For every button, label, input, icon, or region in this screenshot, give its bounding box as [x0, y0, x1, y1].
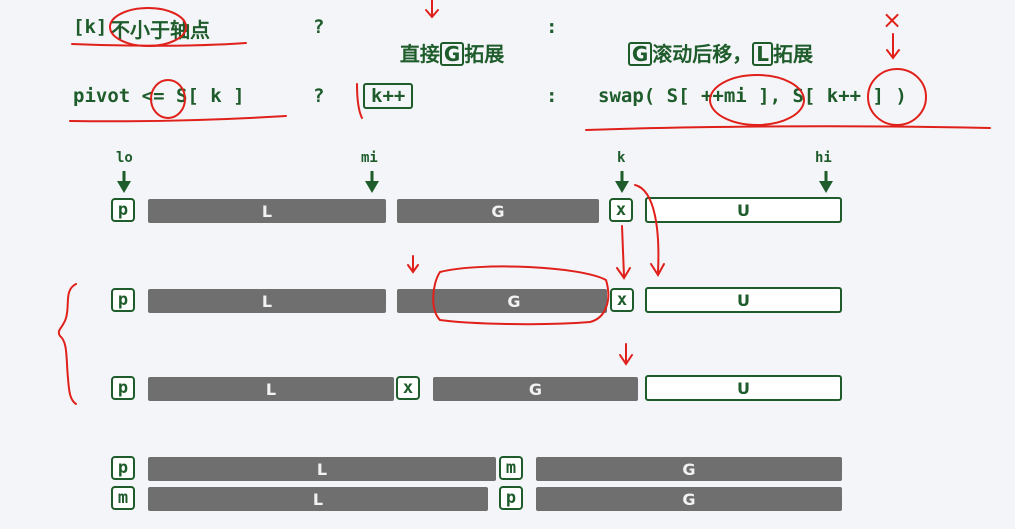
circle-plusplus-mi: [709, 74, 805, 126]
underline-else2: [585, 125, 991, 131]
circle-G-row2: [432, 265, 610, 326]
red-arrow-curve: [634, 184, 660, 273]
hand-annotations: ×: [57, 0, 991, 405]
red-arrow-down-x: [621, 225, 625, 277]
circle-cond1: [109, 7, 187, 47]
quicksort-partition-diagram: [k] 不小于轴点 ? 直接 G 拓展 : G 滚动后移， L 拓展 pivot <= S…: [0, 0, 1015, 529]
circle-k-plusplus: [867, 68, 927, 126]
bracket-then: [356, 83, 363, 119]
x-mark: ×: [882, 6, 902, 34]
circle-le-op: [150, 79, 186, 119]
underline-cond2: [69, 115, 287, 123]
left-brace: [57, 283, 77, 405]
